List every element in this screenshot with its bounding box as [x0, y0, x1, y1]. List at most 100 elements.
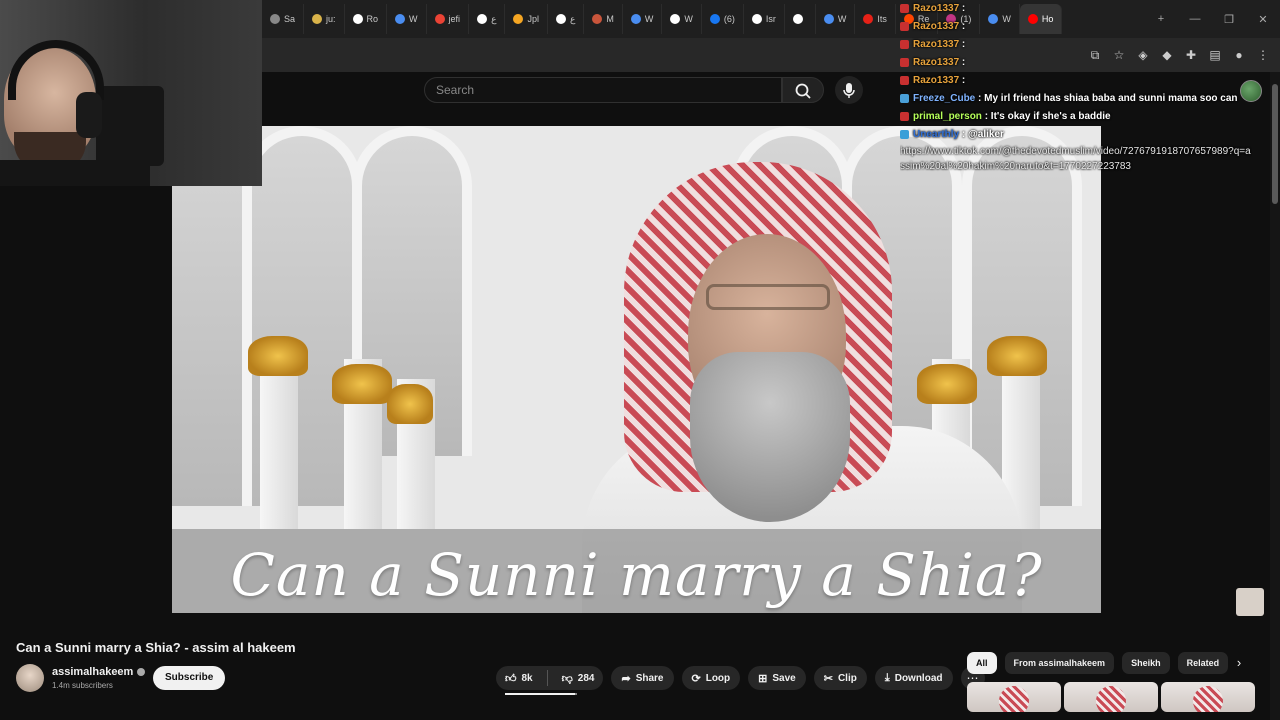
chat-message: Freeze_Cube : My irl friend has shiaa ba…: [900, 90, 1280, 108]
browser-tab[interactable]: (6): [702, 4, 744, 34]
sheikh-beard: [690, 352, 850, 522]
related-video-thumbnail[interactable]: [1064, 682, 1158, 712]
chat-username[interactable]: Razo1337: [913, 57, 959, 68]
search-icon: [795, 83, 811, 99]
chat-message-text: : My irl friend has shiaa baba and sunni…: [975, 93, 1238, 104]
chat-badge-icon: [900, 39, 909, 49]
voice-search-button[interactable]: [835, 76, 863, 104]
chat-username[interactable]: Razo1337: [913, 39, 959, 50]
related-video-thumbnail[interactable]: [967, 682, 1061, 712]
page-scrollbar[interactable]: [1270, 72, 1280, 720]
like-ratio-bar: [505, 693, 577, 695]
browser-tab-label: Jpl: [527, 14, 539, 24]
chat-link[interactable]: https://www.tiktok.com/@thedevotedmuslim…: [900, 144, 1252, 174]
chat-message: Razo1337 :: [900, 54, 1280, 72]
chat-message: Razo1337 :: [900, 36, 1280, 54]
browser-tab[interactable]: ju:: [304, 4, 345, 34]
browser-tab-label: ع: [491, 13, 497, 24]
chat-badge-icon: [900, 111, 909, 121]
channel-name[interactable]: assimalhakeem: [52, 666, 133, 678]
browser-tab-label: Isr: [765, 14, 776, 24]
browser-tab[interactable]: W: [623, 4, 663, 34]
browser-tab[interactable]: W: [662, 4, 702, 34]
dislike-count: 284: [577, 672, 595, 684]
browser-tab-label: W: [837, 14, 847, 24]
x-logo-icon: [477, 14, 488, 24]
chat-message-text: :: [959, 39, 966, 50]
loop-button[interactable]: ⟳ Loop: [681, 666, 741, 690]
browser-tab[interactable]: W: [816, 4, 856, 34]
chat-username[interactable]: Razo1337: [913, 21, 959, 32]
download-button[interactable]: ⤓ Download: [874, 666, 953, 690]
x-logo-icon: [555, 14, 566, 24]
chat-username[interactable]: Razo1337: [913, 75, 959, 86]
chat-username[interactable]: Razo1337: [913, 3, 959, 14]
tab-favicon-icon: [823, 14, 834, 24]
download-icon: ⤓: [884, 671, 890, 684]
dislike-button[interactable]: 👎︎ 284: [553, 666, 604, 690]
thumbnail-sheikh: [1193, 686, 1223, 712]
subscriber-count: 1.4m subscribers: [52, 681, 113, 690]
browser-tab-label: jefi: [448, 14, 461, 24]
gaming-chair: [96, 86, 164, 166]
filter-chip[interactable]: From assimalhakeem: [1004, 652, 1115, 674]
browser-tab[interactable]: Its: [855, 4, 896, 34]
channel-watermark[interactable]: [1236, 588, 1264, 616]
scissors-icon: ✂: [823, 672, 833, 685]
tab-favicon-icon: [592, 14, 603, 24]
filter-chip[interactable]: Related: [1177, 652, 1229, 674]
browser-tab[interactable]: Jpl: [505, 4, 548, 34]
like-button[interactable]: 👍︎ 8k: [496, 666, 542, 690]
browser-tab[interactable]: [785, 4, 816, 34]
thumbnail-sheikh: [1096, 686, 1126, 712]
golden-capital: [332, 364, 392, 404]
tab-favicon-icon: [270, 14, 280, 24]
chat-message: primal_person : It's okay if she's a bad…: [900, 108, 1280, 126]
x-logo-icon: [792, 14, 803, 24]
browser-tab[interactable]: ع: [548, 4, 585, 34]
sheikh-glasses: [706, 284, 830, 310]
browser-tab[interactable]: W: [387, 4, 427, 34]
search-input[interactable]: Search: [424, 77, 782, 103]
streamer-webcam: [0, 0, 262, 186]
browser-tab-label: M: [606, 14, 614, 24]
browser-tab-label: (6): [723, 14, 735, 24]
share-label: Share: [635, 672, 664, 684]
chat-username[interactable]: Freeze_Cube: [913, 93, 975, 104]
channel-name-wrap[interactable]: assimalhakeem: [52, 666, 146, 678]
share-button[interactable]: ➦ Share: [611, 666, 674, 690]
related-video-thumbnail[interactable]: [1161, 682, 1255, 712]
save-button[interactable]: ⊞ Save: [748, 666, 806, 690]
microphone-icon: [843, 83, 855, 98]
golden-capital: [387, 384, 433, 424]
golden-capital: [987, 336, 1047, 376]
chat-username[interactable]: primal_person: [913, 111, 982, 122]
golden-capital: [917, 364, 977, 404]
chat-username[interactable]: Unearthly: [913, 129, 959, 140]
thumbs-down-icon: 👎︎: [561, 672, 573, 685]
chevron-right-icon[interactable]: ›: [1230, 654, 1248, 672]
filter-chip[interactable]: Sheikh: [1122, 652, 1170, 674]
thumbs-up-icon: 👍︎: [505, 672, 517, 685]
channel-avatar[interactable]: [16, 664, 44, 692]
video-player[interactable]: Can a Sunni marry a Shia?: [172, 126, 1101, 613]
video-actions: 👍︎ 8k 👎︎ 284 ➦ Share ⟳ Loop ⊞ Save ✂ Clip ⤓ Dow…: [496, 666, 985, 690]
search-button[interactable]: [782, 77, 824, 103]
browser-tab[interactable]: Ro: [345, 4, 388, 34]
chat-message-text: : It's okay if she's a baddie: [981, 111, 1111, 122]
scrollbar-thumb[interactable]: [1272, 84, 1278, 204]
screen: Sa ju: Ro Wjefi ع Jpl ع M W W (6) Isr W Its Re (1) W Ho +…: [0, 0, 1280, 720]
browser-tab[interactable]: M: [584, 4, 623, 34]
chat-badge-icon: [900, 129, 909, 139]
clip-button[interactable]: ✂ Clip: [813, 666, 867, 690]
browser-tab[interactable]: jefi: [427, 4, 470, 34]
chat-message: Razo1337 :: [900, 72, 1280, 90]
browser-tab[interactable]: Sa: [262, 4, 305, 34]
subscribe-button[interactable]: Subscribe: [153, 666, 226, 690]
browser-tab[interactable]: ع: [469, 4, 506, 34]
tab-favicon-icon: [395, 14, 406, 24]
chat-message-text: :: [959, 3, 966, 14]
tab-favicon-icon: [434, 14, 445, 24]
filter-chip[interactable]: All: [967, 652, 997, 674]
browser-tab[interactable]: Isr: [744, 4, 785, 34]
